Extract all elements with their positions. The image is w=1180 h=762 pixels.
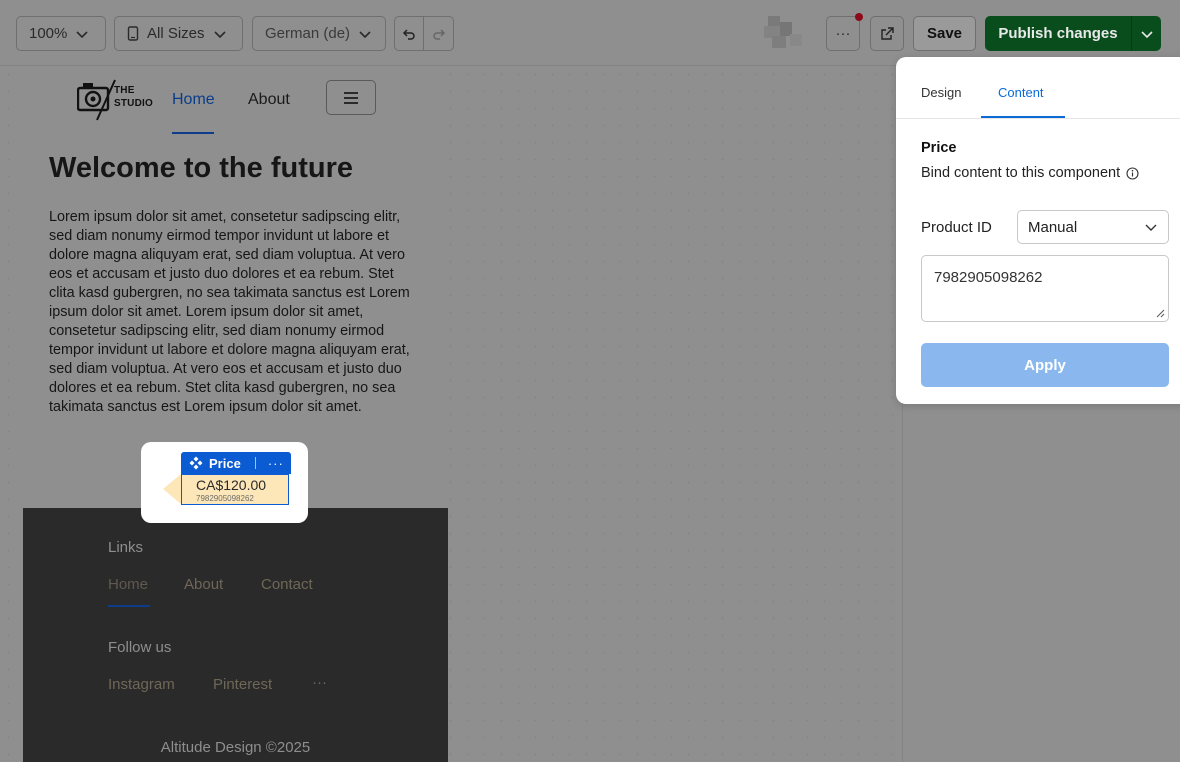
nav-about-link[interactable]: About — [248, 91, 290, 109]
price-value: CA$120.00 — [196, 477, 267, 493]
apply-button[interactable]: Apply — [921, 343, 1169, 387]
resize-handle-icon[interactable] — [1156, 309, 1165, 318]
device-icon — [127, 26, 139, 41]
logo-text: THE STUDIO — [114, 85, 153, 109]
zoom-value: 100% — [29, 25, 68, 42]
save-button[interactable]: Save — [913, 16, 976, 51]
hero-title[interactable]: Welcome to the future — [49, 152, 353, 185]
more-icon: ··· — [835, 25, 851, 42]
language-dropdown[interactable]: German (de) — [252, 16, 386, 51]
notification-dot — [855, 13, 863, 21]
undo-icon — [402, 28, 415, 40]
component-tag-label: Price — [209, 455, 241, 471]
component-tag[interactable]: Price ··· — [181, 452, 291, 474]
footer-active-indicator — [108, 605, 150, 607]
site-footer: Links Home About Contact Follow us Insta… — [23, 508, 448, 762]
footer-link-pinterest[interactable]: Pinterest — [213, 676, 272, 693]
price-product-id: 7982905098262 — [196, 494, 254, 503]
chevron-down-icon — [1145, 224, 1157, 231]
redo-icon — [432, 28, 445, 40]
product-id-mode-select[interactable]: Manual — [1017, 210, 1169, 244]
chevron-down-icon — [1140, 30, 1153, 38]
site-page: THE STUDIO Home About Welcome to the fut… — [23, 66, 448, 762]
footer-link-home[interactable]: Home — [108, 576, 148, 593]
sizes-dropdown[interactable]: All Sizes — [114, 16, 243, 51]
footer-copyright: Altitude Design ©2025 — [160, 739, 311, 756]
publish-button-group: Publish changes — [985, 16, 1161, 51]
tab-active-indicator — [981, 116, 1065, 118]
studio-logo[interactable]: THE STUDIO — [76, 78, 157, 122]
chevron-down-icon — [76, 30, 88, 38]
chevron-down-icon — [359, 30, 371, 38]
price-component[interactable]: CA$120.00 7982905098262 — [181, 474, 289, 505]
nav-home-link[interactable]: Home — [172, 91, 215, 109]
camera-logo-icon — [76, 79, 116, 121]
component-more-button[interactable]: ··· — [268, 456, 284, 471]
panel-tabs: Design Content — [896, 57, 1180, 119]
footer-link-instagram[interactable]: Instagram — [108, 676, 175, 693]
sizes-value: All Sizes — [147, 25, 205, 42]
nav-active-indicator — [172, 132, 214, 134]
product-id-label: Product ID — [921, 219, 992, 236]
product-id-input[interactable]: 7982905098262 — [921, 255, 1169, 322]
footer-link-about[interactable]: About — [184, 576, 223, 593]
external-link-icon — [881, 26, 894, 40]
editor-canvas[interactable]: THE STUDIO Home About Welcome to the fut… — [0, 66, 903, 762]
redo-button[interactable] — [423, 16, 454, 51]
site-header: THE STUDIO Home About — [23, 66, 448, 136]
publish-options-button[interactable] — [1131, 16, 1161, 51]
publish-button[interactable]: Publish changes — [985, 16, 1131, 51]
more-options-button[interactable]: ··· — [826, 16, 860, 51]
tab-design[interactable]: Design — [921, 85, 961, 100]
hero-text[interactable]: Lorem ipsum dolor sit amet, consetetur s… — [49, 208, 417, 417]
footer-link-contact[interactable]: Contact — [261, 576, 313, 593]
zoom-dropdown[interactable]: 100% — [16, 16, 106, 51]
hamburger-menu-button[interactable] — [326, 80, 376, 115]
tag-divider — [254, 457, 256, 469]
tab-content[interactable]: Content — [998, 85, 1044, 100]
footer-follow-heading: Follow us — [108, 639, 172, 656]
footer-social-more[interactable]: ··· — [312, 674, 327, 691]
language-value: German (de) — [265, 25, 351, 42]
panel-title: Price — [921, 140, 957, 156]
avatar[interactable] — [762, 14, 804, 50]
chevron-down-icon — [213, 30, 226, 38]
product-id-mode-value: Manual — [1028, 218, 1078, 236]
hamburger-icon — [344, 91, 358, 104]
component-icon — [189, 456, 203, 470]
footer-links-heading: Links — [108, 539, 144, 556]
panel-subtitle: Bind content to this component — [921, 165, 1139, 181]
properties-panel: Design Content Price Bind content to thi… — [896, 57, 1180, 404]
preview-button[interactable] — [870, 16, 904, 51]
product-id-input-value: 7982905098262 — [934, 269, 1043, 286]
component-pointer — [163, 474, 181, 504]
info-icon[interactable] — [1126, 166, 1139, 180]
undo-button[interactable] — [394, 16, 424, 51]
